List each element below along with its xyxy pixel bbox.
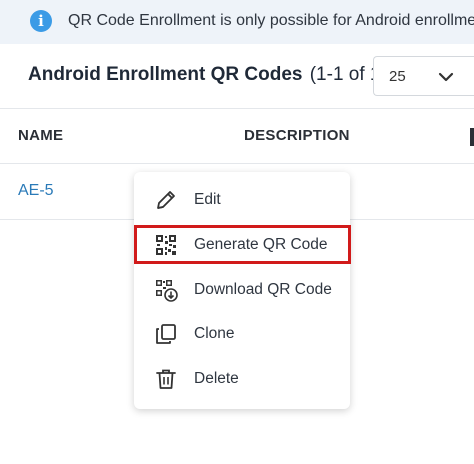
menu-item-generate-qr-code[interactable]: Generate QR Code: [134, 225, 351, 264]
column-header-description[interactable]: DESCRIPTION: [244, 127, 350, 144]
page-title-text: Android Enrollment QR Codes: [28, 64, 303, 85]
page-size-select[interactable]: 25: [373, 56, 474, 96]
menu-item-download-qr-code[interactable]: Download QR Code: [134, 270, 350, 310]
banner-message: QR Code Enrollment is only possible for …: [68, 12, 474, 29]
menu-item-delete[interactable]: Delete: [134, 359, 350, 399]
column-header-truncated: [470, 128, 474, 146]
column-header-name[interactable]: NAME: [18, 127, 63, 144]
menu-item-label: Edit: [194, 191, 221, 208]
info-icon: i: [30, 10, 52, 32]
menu-item-label: Generate QR Code: [194, 236, 328, 253]
trash-icon: [156, 369, 176, 389]
chevron-down-icon: [438, 72, 454, 82]
header-divider: [0, 108, 474, 109]
menu-item-label: Download QR Code: [194, 281, 332, 298]
qr-code-icon: [156, 235, 176, 255]
menu-item-clone[interactable]: Clone: [134, 314, 350, 354]
info-banner: i QR Code Enrollment is only possible fo…: [0, 0, 474, 44]
page-size-value: 25: [389, 68, 406, 85]
row-name-link[interactable]: AE-5: [18, 182, 54, 200]
qr-download-icon: [156, 280, 178, 302]
menu-item-label: Delete: [194, 370, 239, 387]
menu-item-edit[interactable]: Edit: [134, 180, 350, 220]
table-header-divider: [0, 163, 474, 164]
copy-icon: [156, 324, 176, 344]
pencil-icon: [157, 191, 175, 209]
menu-item-label: Clone: [194, 325, 235, 342]
page-title: Android Enrollment QR Codes (1-1 of 1): [28, 64, 387, 86]
row-actions-menu: Edit Generate QR Code Download QR Code C…: [134, 172, 351, 409]
